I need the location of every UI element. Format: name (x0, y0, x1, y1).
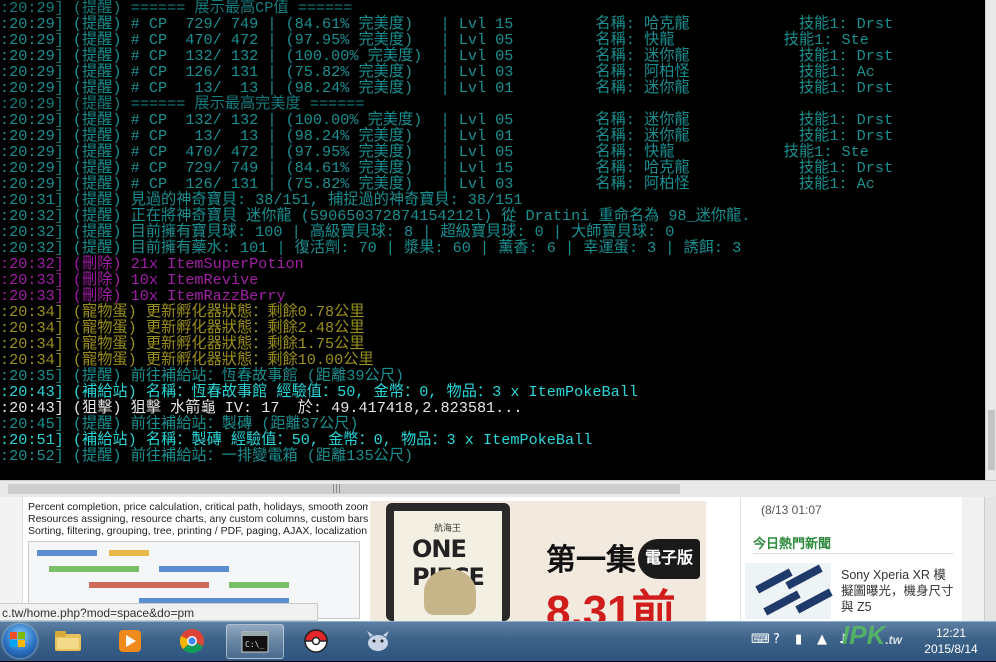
comic-top-label: 航海王 (434, 523, 462, 533)
status-url: c.tw/home.php?mod=space&do=pm (0, 603, 318, 621)
chevron-up-icon[interactable]: ▲ (817, 632, 827, 647)
ad-line: Percent completion, price calculation, c… (28, 501, 368, 513)
start-button[interactable] (0, 623, 42, 660)
console-line: :20:29] (提醒) ====== 展示最高CP值 ====== (0, 0, 353, 17)
svg-text:C:\_: C:\_ (245, 640, 264, 649)
console-line: :20:51] (補給站) 名稱：製磚 經驗值：50, 金幣：0, 物品：3 x… (0, 431, 593, 449)
hot-news-heading: 今日熱門新聞 (753, 536, 832, 551)
divider (753, 553, 953, 554)
chrome-icon (179, 629, 204, 654)
console-line: :20:32] (刪除) 21x ItemSuperPotion (0, 255, 304, 273)
console-line: :20:29] (提醒) ====== 展示最高完美度 ====== (0, 95, 365, 113)
console-line: :20:34] (寵物蛋) 更新孵化器狀態：剩餘0.78公里 (0, 303, 365, 321)
taskbar-chrome[interactable] (164, 624, 222, 659)
scroll-grip-icon: ||| (332, 484, 342, 494)
clock-time: 12:21 (935, 626, 967, 640)
console-line: :20:43] (狙擊) 狙擊 水箭龜 IV: 17 於: 49.417418,… (0, 399, 523, 417)
ad-line: Sorting, filtering, grouping, tree, prin… (28, 525, 368, 537)
help-icon[interactable]: ? (773, 632, 780, 647)
console-line: :20:32] (提醒) 目前擁有寶貝球: 100 | 高級寶貝球: 8 | 超… (0, 223, 675, 241)
one-piece-ad[interactable]: 航海王 ONE PIECE 第一集 電子版 8.31前 (370, 501, 706, 621)
comic-badge: 電子版 (638, 539, 700, 579)
network-icon[interactable]: ▮ (795, 632, 802, 647)
page-scrollbar[interactable] (962, 497, 996, 621)
console-line: :20:34] (寵物蛋) 更新孵化器狀態：剩餘10.00公里 (0, 351, 374, 369)
keyboard-icon[interactable]: ⌨ (751, 632, 770, 647)
taskbar-console[interactable]: C:\_ (226, 624, 284, 659)
console-line: :20:29] (提醒) # CP 126/ 131 | (75.82% 完美度… (0, 63, 875, 81)
taskbar-media-player[interactable] (102, 624, 160, 659)
console-line: :20:32] (提醒) 正在將神奇寶貝 迷你龍 (59065037287415… (0, 207, 751, 225)
site-watermark-logo: IPK.tw (842, 620, 903, 650)
sidebar-news: (8/13 01:07 今日熱門新聞 Sony Xperia XR 模擬圖曝光，… (740, 497, 963, 621)
comic-episode: 第一集 (546, 544, 636, 577)
taskbar-clock[interactable]: 12:21 2015/8/14 (916, 625, 986, 657)
console-line: :20:29] (提醒) # CP 132/ 132 | (100.00% 完美… (0, 47, 894, 65)
vertical-scroll-thumb[interactable] (988, 410, 995, 470)
taskbar-explorer[interactable] (40, 624, 98, 659)
pokeball-icon (304, 629, 328, 653)
console-window: :20:29] (提醒) ====== 展示最高CP值 ======:20:29… (0, 0, 985, 474)
folder-icon (55, 631, 81, 651)
console-line: :20:29] (提醒) # CP 729/ 749 | (84.61% 完美度… (0, 15, 894, 33)
console-line: :20:29] (提醒) # CP 132/ 132 | (100.00% 完美… (0, 111, 894, 129)
console-line: :20:29] (提醒) # CP 729/ 749 | (84.61% 完美度… (0, 159, 894, 177)
news-timestamp: (8/13 01:07 (761, 503, 822, 517)
command-prompt-icon: C:\_ (241, 631, 269, 653)
comic-character-image (424, 569, 476, 615)
console-line: :20:29] (提醒) # CP 470/ 472 | (97.95% 完美度… (0, 31, 869, 49)
taskbar-pokemon-app[interactable] (350, 624, 408, 659)
console-line: :20:33] (刪除) 10x ItemRazzBerry (0, 287, 286, 305)
horizontal-scroll-thumb[interactable] (8, 484, 680, 494)
console-line: :20:32] (提醒) 目前擁有藥水: 101 | 復活劑: 70 | 漿果:… (0, 239, 742, 257)
console-line: :20:43] (補給站) 名稱：恆春故事館 經驗值：50, 金幣：0, 物品：… (0, 383, 638, 401)
console-line: :20:29] (提醒) # CP 13/ 13 | (98.24% 完美度) … (0, 79, 894, 97)
taskbar-pokeball-app[interactable] (288, 624, 346, 659)
console-line: :20:35] (提醒) 前往補給站：恆春故事館 (距離39公尺) (0, 367, 405, 385)
console-horizontal-scrollbar[interactable]: ||| (0, 480, 996, 497)
ad-line: Resources assigning, resource charts, an… (28, 513, 368, 525)
tablet-image: 航海王 ONE PIECE (386, 503, 510, 621)
console-line: :20:45] (提醒) 前往補給站：製磚 (距離37公尺) (0, 415, 359, 433)
console-line: :20:52] (提醒) 前往補給站：一排變電箱 (距離135公尺) (0, 447, 414, 465)
news-thumbnail[interactable] (745, 563, 833, 619)
comic-release-date: 8.31前 (546, 587, 676, 621)
windows-flag-icon (10, 632, 26, 648)
console-line: :20:34] (寵物蛋) 更新孵化器狀態：剩餘1.75公里 (0, 335, 365, 353)
console-line: :20:33] (刪除) 10x ItemRevive (0, 271, 259, 289)
console-line: :20:29] (提醒) # CP 126/ 131 | (75.82% 完美度… (0, 175, 875, 193)
news-link[interactable]: Sony Xperia XR 模擬圖曝光，機身尺寸與 Z5 (841, 567, 957, 615)
pokemon-icon (367, 631, 389, 651)
console-vertical-scrollbar[interactable] (985, 0, 996, 480)
console-line: :20:34] (寵物蛋) 更新孵化器狀態：剩餘2.48公里 (0, 319, 365, 337)
console-line: :20:29] (提醒) # CP 470/ 472 | (97.95% 完美度… (0, 143, 869, 161)
gantt-ad-text[interactable]: Percent completion, price calculation, c… (28, 501, 368, 537)
console-line: :20:29] (提醒) # CP 13/ 13 | (98.24% 完美度) … (0, 127, 894, 145)
clock-date: 2015/8/14 (924, 642, 978, 656)
media-player-icon (119, 630, 141, 652)
console-line: :20:31] (提醒) 見過的神奇寶貝: 38/151, 捕捉過的神奇寶貝: … (0, 191, 523, 209)
